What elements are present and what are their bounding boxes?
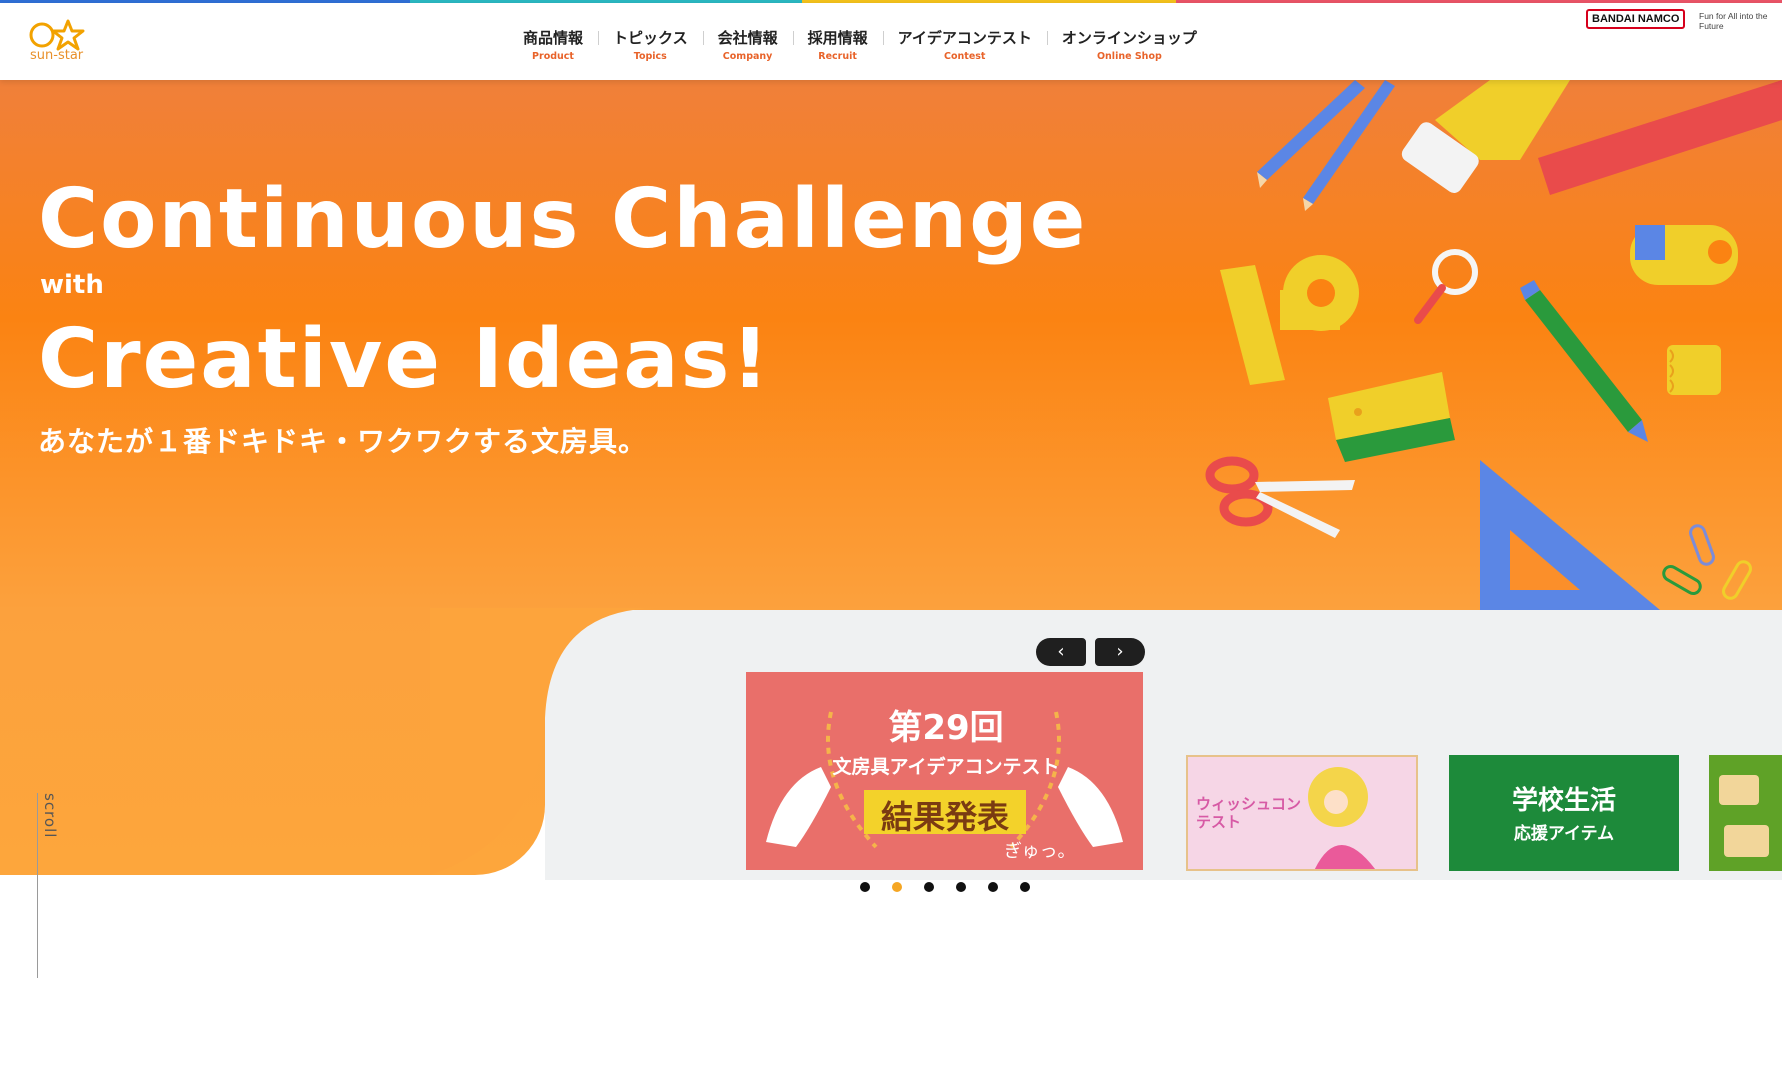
slider-next-button[interactable]: › <box>1095 638 1145 666</box>
slide-animal-items[interactable] <box>1709 755 1782 871</box>
scissors-icon <box>1205 456 1355 538</box>
bandai-namco-logo[interactable]: BANDAI NAMCO Fun for All into the Future <box>1586 9 1768 39</box>
ruler-icon <box>1538 80 1782 195</box>
pen-icon <box>1520 280 1648 442</box>
slide-school-life[interactable]: 学校生活 応援アイテム <box>1449 755 1679 871</box>
nav-label-jp: 採用情報 <box>807 29 868 47</box>
hero-title-with: with <box>40 270 104 300</box>
magnifier-icon <box>1414 249 1478 324</box>
triangle-ruler-icon <box>1480 460 1660 610</box>
hero-orange-curve <box>430 608 660 875</box>
slider-dot[interactable] <box>860 882 870 892</box>
nav-contest[interactable]: アイデアコンテスト Contest <box>882 27 1047 62</box>
slide-edition: 第29回 <box>888 708 1004 748</box>
slider-dot[interactable] <box>988 882 998 892</box>
slider-dot[interactable] <box>956 882 966 892</box>
nav-topics[interactable]: トピックス Topics <box>598 27 703 62</box>
nav-label-en: Product <box>532 51 574 62</box>
eraser-icon <box>1328 372 1455 462</box>
hero-subtitle: あなたが１番ドキドキ・ワクワクする文房具。 <box>38 425 648 458</box>
slider-dot-active[interactable] <box>892 882 902 892</box>
nav-label-jp: 会社情報 <box>717 29 778 47</box>
animal-stamp-illustration <box>1719 775 1769 857</box>
corp-logo-text: BANDAI NAMCO <box>1586 9 1686 29</box>
slide-wish-title: ウィッシュコンテスト <box>1196 795 1302 831</box>
nav-label-jp: トピックス <box>613 29 688 47</box>
nav-online-shop[interactable]: オンラインショップ Online Shop <box>1046 27 1212 62</box>
nav-label-jp: オンラインショップ <box>1061 29 1197 47</box>
nav-label-en: Topics <box>633 51 667 62</box>
slider-dot[interactable] <box>924 882 934 892</box>
bottom-wave <box>0 978 816 1080</box>
hero-title-line2: Creative Ideas! <box>38 312 771 407</box>
nav-label-jp: アイデアコンテスト <box>897 29 1032 47</box>
slide-contest-results[interactable]: 第29回 文房具アイデアコンテスト 結果発表 ぎゅっ。 <box>746 672 1143 870</box>
corp-tagline: Fun for All into the Future <box>1699 11 1768 31</box>
glue-stick-icon <box>1401 80 1570 193</box>
nav-label-en: Contest <box>944 51 986 62</box>
slide-tag: ぎゅっ。 <box>1004 841 1076 862</box>
nav-recruit[interactable]: 採用情報 Recruit <box>792 27 883 62</box>
nav-label-en: Recruit <box>818 51 857 62</box>
main-nav: 商品情報 Product トピックス Topics 会社情報 Company 採… <box>508 27 1212 62</box>
nav-label-en: Online Shop <box>1096 51 1162 62</box>
slider-dot[interactable] <box>1020 882 1030 892</box>
slide-school-title: 学校生活 <box>1511 786 1616 816</box>
slider-prev-button[interactable]: ‹ <box>1036 638 1086 666</box>
binder-clip-icon <box>1220 255 1359 385</box>
slide-headline: 結果発表 <box>880 798 1009 836</box>
nav-label-en: Company <box>722 51 773 62</box>
notepad-icon <box>1667 345 1721 395</box>
number-six-icon <box>1630 225 1738 285</box>
scroll-label[interactable]: scroll <box>41 793 59 838</box>
logo-text: sun-star <box>30 48 84 63</box>
slide-wish-contest[interactable]: ウィッシュコンテスト <box>1186 755 1418 871</box>
nav-company[interactable]: 会社情報 Company <box>702 27 793 62</box>
slider-pagination <box>860 882 1030 892</box>
stationery-illustration <box>1205 80 1782 610</box>
site-header: sun-star 商品情報 Product トピックス Topics 会社情報 … <box>0 3 1782 80</box>
slide-contest-title: 文房具アイデアコンテスト <box>832 756 1060 778</box>
hero-title-line1: Continuous Challenge <box>38 172 1088 267</box>
paper-clip-icon <box>1662 524 1752 600</box>
hero-orange-panel: Continuous Challenge with Creative Ideas… <box>0 80 1782 610</box>
nav-product[interactable]: 商品情報 Product <box>508 27 598 62</box>
slide-school-subtitle: 応援アイテム <box>1513 824 1615 844</box>
nav-label-jp: 商品情報 <box>523 29 584 47</box>
